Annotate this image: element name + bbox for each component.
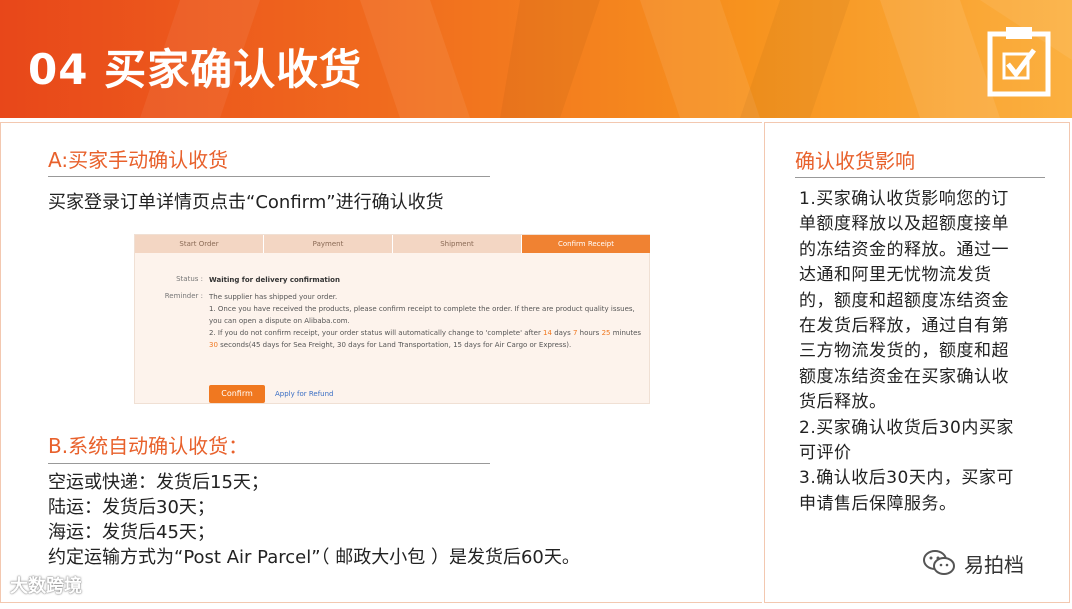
wechat-account-badge: 易拍档 [922,548,1024,578]
clipboard-check-icon [987,27,1051,97]
section-b-divider [48,463,490,464]
section-a-description: 买家登录订单详情页点击“Confirm”进行确认收货 [48,192,444,213]
rule-sea: 海运：发货后45天； [48,522,215,543]
hours-unit: hours [577,329,602,337]
impact-divider [795,177,1045,178]
impact-line: 3.确认收后30天内，买家可 [799,468,1014,489]
step-start-order: Start Order [135,235,264,253]
step-confirm-receipt: Confirm Receipt [522,235,651,253]
impact-panel: 确认收货影响 1.买家确认收货影响您的订 单额度释放以及超额度接单 的冻结资金的… [764,122,1070,603]
reminder-line-2: 1. Once you have received the products, … [209,305,635,313]
watermark-logo: 大数跨境 [10,576,82,597]
confirm-button[interactable]: Confirm [209,385,265,403]
rule-air-express: 空运或快递：发货后15天； [48,472,269,493]
header-banner: 04 买家确认收货 [0,0,1072,118]
reminder-line-3: you can open a dispute on Alibaba.com. [209,317,350,325]
impact-line: 申请售后保障服务。 [799,493,957,514]
reminder-label: Reminder : [164,292,203,300]
page-title: 04 买家确认收货 [28,45,363,94]
apply-refund-link[interactable]: Apply for Refund [275,390,333,398]
days-unit: days [551,329,573,337]
impact-line: 可评价 [799,443,852,464]
impact-line: 货后释放。 [799,392,887,413]
countdown-days: 14 [543,329,552,337]
status-label: Status : [176,275,203,283]
impact-line: 达通和阿里无忧物流发货 [799,265,992,286]
step-payment: Payment [264,235,393,253]
impact-line: 1.买家确认收货影响您的订 [799,189,1009,209]
reminder-line-5: 30 seconds(45 days for Sea Freight, 30 d… [209,340,571,351]
step-shipment: Shipment [393,235,522,253]
minutes-unit: minutes [610,329,642,337]
rule-land: 陆运：发货后30天； [48,497,215,518]
wechat-icon [923,550,955,575]
impact-line: 三方物流发货的，额度和超 [799,341,1009,362]
impact-text: 1.买家确认收货影响您的订 单额度释放以及超额度接单 的冻结资金的释放。通过一 … [799,187,1049,517]
impact-line: 的，额度和超额度冻结资金 [799,290,1009,311]
impact-line: 2.买家确认收货后30内买家 [799,417,1014,438]
reminder-line-4: 2. If you do not confirm receipt, your o… [209,328,641,339]
section-a-divider [48,176,490,177]
status-value: Waiting for delivery confirmation [209,276,340,284]
reminder-auto-complete-text: 2. If you do not confirm receipt, your o… [209,329,544,337]
rule-post-air-parcel: 约定运输方式为“Post Air Parcel”（ 邮政大小包 ）是发货后60天… [48,547,580,568]
section-b-title: B.系统自动确认收货： [48,434,249,458]
section-a-title: A:买家手动确认收货 [48,148,229,172]
impact-line: 的冻结资金的释放。通过一 [799,239,1009,260]
shipping-terms-text: seconds(45 days for Sea Freight, 30 days… [217,341,572,349]
order-detail-screenshot: Start Order Payment Shipment Confirm Rec… [134,234,651,405]
order-progress-steps: Start Order Payment Shipment Confirm Rec… [135,235,651,253]
impact-line: 在发货后释放，通过自有第 [799,316,1009,337]
impact-line: 单额度释放以及超额度接单 [799,214,1009,235]
impact-line: 额度冻结资金在买家确认收 [799,366,1009,387]
auto-confirm-rules: 空运或快递：发货后15天； 陆运：发货后30天； 海运：发货后45天； 约定运输… [48,470,580,570]
wechat-account-name: 易拍档 [964,552,1024,577]
reminder-line-1: The supplier has shipped your order. [209,293,338,301]
countdown-seconds: 30 [209,341,218,349]
order-detail-body: Status : Waiting for delivery confirmati… [135,253,651,405]
impact-title: 确认收货影响 [795,149,915,173]
